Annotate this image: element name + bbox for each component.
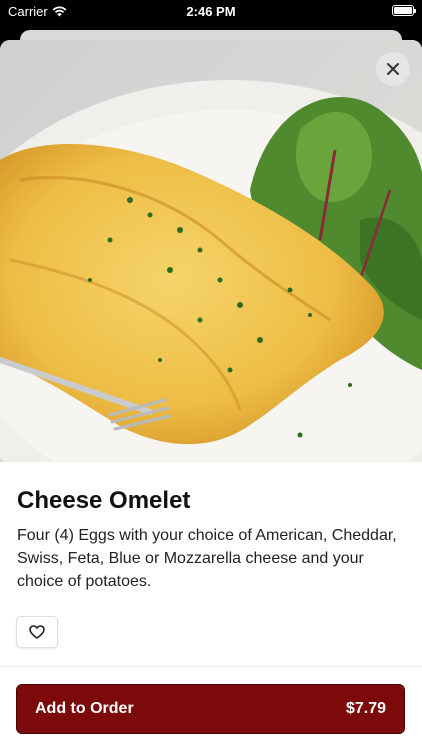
divider xyxy=(0,666,422,667)
item-info: Cheese Omelet Four (4) Eggs with your ch… xyxy=(17,486,407,593)
heart-icon xyxy=(29,625,45,639)
omelet-image xyxy=(0,40,422,462)
item-title: Cheese Omelet xyxy=(17,487,191,514)
close-icon xyxy=(387,63,399,75)
item-photo xyxy=(0,40,422,462)
status-time: 2:46 PM xyxy=(186,4,236,19)
close-button[interactable] xyxy=(376,52,410,86)
item-detail-sheet: Cheese Omelet Four (4) Eggs with your ch… xyxy=(0,40,422,750)
item-price: $7.79 xyxy=(345,700,386,717)
battery-icon xyxy=(392,5,416,16)
add-to-order-label: Add to Order xyxy=(35,700,134,717)
app-screen: Carrier 2:46 PM Cheese Omelet Four (4) E… xyxy=(0,0,422,750)
add-to-order-button[interactable]: Add to Order $7.79 xyxy=(16,684,405,734)
favorite-button[interactable] xyxy=(16,616,58,648)
item-description: Four (4) Eggs with your choice of Americ… xyxy=(17,527,397,590)
status-bar: Carrier 2:46 PM xyxy=(0,0,422,22)
